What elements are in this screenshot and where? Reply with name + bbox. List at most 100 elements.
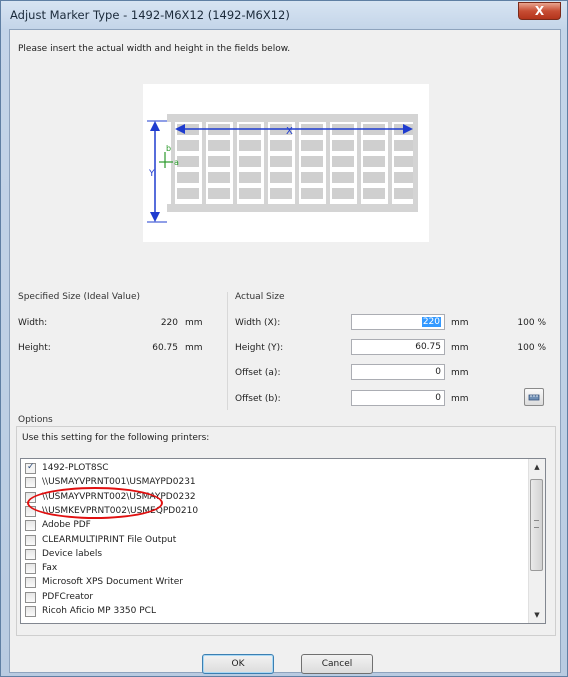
marker-slot (301, 172, 323, 183)
marker-slot (394, 156, 416, 167)
marker-diagram-svg: X Y b a (147, 114, 418, 223)
printer-name: \\USMAYVPRNT002\USMAYPD0232 (42, 491, 196, 502)
marker-slot (208, 140, 230, 151)
offset-a-unit: mm (451, 368, 469, 378)
specified-height-value: 60.75 (152, 343, 178, 353)
actual-height-unit: mm (451, 343, 469, 353)
cancel-button[interactable]: Cancel (301, 654, 373, 674)
marker-slot (208, 188, 230, 199)
printer-checkbox[interactable] (25, 563, 36, 575)
printer-list-scrollbar[interactable]: ▲ ▼ (528, 459, 545, 623)
specified-width-value: 220 (160, 318, 178, 328)
x-dimension-label: X (286, 126, 293, 137)
actual-width-label: Width (X): (235, 318, 281, 328)
marker-slot (177, 172, 199, 183)
printer-checkbox[interactable] (25, 606, 36, 617)
offset-b-label: Offset (b): (235, 394, 281, 404)
scroll-down-arrow-icon[interactable]: ▼ (529, 607, 545, 623)
a-offset-label: a (174, 158, 179, 167)
offset-b-field[interactable]: 0 (351, 390, 445, 406)
actual-size-group-label: Actual Size (235, 292, 285, 302)
close-icon: X (534, 4, 545, 18)
offset-a-field[interactable]: 0 (351, 364, 445, 380)
instruction-text: Please insert the actual width and heigh… (18, 44, 291, 54)
printer-name: Device labels (42, 548, 103, 559)
printer-list[interactable]: ✓ 1492-PLOT8SC \\USMAYVPRNT001\USMAYPD0231… (20, 458, 546, 624)
ok-button[interactable]: OK (202, 654, 274, 674)
marker-slot (363, 156, 385, 167)
printer-checkbox[interactable] (25, 505, 36, 517)
specified-size-group-label: Specified Size (Ideal Value) (18, 292, 141, 302)
marker-slot (270, 156, 292, 167)
marker-slot (363, 188, 385, 199)
group-separator (227, 292, 228, 410)
marker-slot (208, 156, 230, 167)
marker-slot (177, 188, 199, 199)
marker-slot (208, 172, 230, 183)
actual-height-value: 60.75 (415, 342, 441, 352)
measure-button[interactable] (524, 388, 544, 406)
actual-width-field[interactable]: 220 (351, 314, 445, 330)
specified-width-label: Width: (18, 318, 48, 328)
offset-a-value: 0 (435, 367, 441, 377)
scrollbar-thumb[interactable] (530, 479, 543, 571)
printer-checkbox[interactable]: ✓ (25, 462, 36, 474)
scroll-up-arrow-icon[interactable]: ▲ (529, 459, 545, 475)
marker-slot (239, 140, 261, 151)
offset-b-unit: mm (451, 394, 469, 404)
marker-slot (363, 172, 385, 183)
close-button[interactable]: X (518, 2, 561, 20)
marker-slot (301, 156, 323, 167)
marker-slot (177, 140, 199, 151)
marker-slot (239, 172, 261, 183)
actual-height-label: Height (Y): (235, 343, 284, 353)
b-offset-label: b (166, 144, 171, 153)
printer-name: PDFCreator (42, 591, 94, 602)
printer-checkbox[interactable] (25, 477, 36, 489)
specified-height-unit: mm (185, 343, 203, 353)
printer-checkbox[interactable] (25, 491, 36, 503)
grip-icon (534, 520, 539, 528)
checkmark-icon: ✓ (27, 462, 35, 472)
marker-slot (239, 156, 261, 167)
printers-label: Use this setting for the following print… (22, 433, 210, 443)
window-title: Adjust Marker Type - 1492-M6X12 (1492-M6… (10, 8, 290, 22)
printer-name: \\USMKEVPRNT002\USMEQPD0210 (42, 505, 199, 516)
specified-width-unit: mm (185, 318, 203, 328)
printer-checkbox[interactable] (25, 577, 36, 589)
printer-checkbox[interactable] (25, 591, 36, 603)
marker-divider (413, 114, 418, 212)
dialog-window: Adjust Marker Type - 1492-M6X12 (1492-M6… (0, 0, 568, 677)
printer-name: 1492-PLOT8SC (42, 463, 109, 473)
dialog-client-area: Please insert the actual width and heigh… (9, 29, 561, 674)
actual-width-percent: 100 % (517, 318, 546, 328)
offset-a-label: Offset (a): (235, 368, 281, 378)
marker-slot (332, 140, 354, 151)
printer-name: Ricoh Aficio MP 3350 PCL (42, 606, 156, 616)
marker-slot (270, 140, 292, 151)
printer-checkbox[interactable] (25, 534, 36, 546)
actual-width-value: 220 (421, 317, 441, 327)
marker-slot (394, 172, 416, 183)
printer-name: Adobe PDF (42, 520, 91, 531)
printer-name: Microsoft XPS Document Writer (42, 577, 183, 588)
marker-slot (394, 188, 416, 199)
ruler-icon (528, 394, 540, 401)
actual-height-field[interactable]: 60.75 (351, 339, 445, 355)
marker-slot (363, 140, 385, 151)
marker-slot (394, 140, 416, 151)
marker-slot (332, 172, 354, 183)
actual-height-percent: 100 % (517, 343, 546, 353)
title-bar[interactable]: Adjust Marker Type - 1492-M6X12 (1492-M6… (1, 1, 567, 29)
marker-slot (301, 140, 323, 151)
printer-checkbox[interactable] (25, 520, 36, 532)
printer-name: \\USMAYVPRNT001\USMAYPD0231 (42, 477, 196, 488)
marker-slot (332, 188, 354, 199)
printer-checkbox[interactable] (25, 548, 36, 560)
printer-name: Fax (42, 563, 58, 574)
actual-width-unit: mm (451, 318, 469, 328)
y-dimension-label: Y (148, 169, 155, 179)
specified-height-label: Height: (18, 343, 51, 353)
options-group-label: Options (18, 415, 53, 425)
offset-b-value: 0 (435, 393, 441, 403)
